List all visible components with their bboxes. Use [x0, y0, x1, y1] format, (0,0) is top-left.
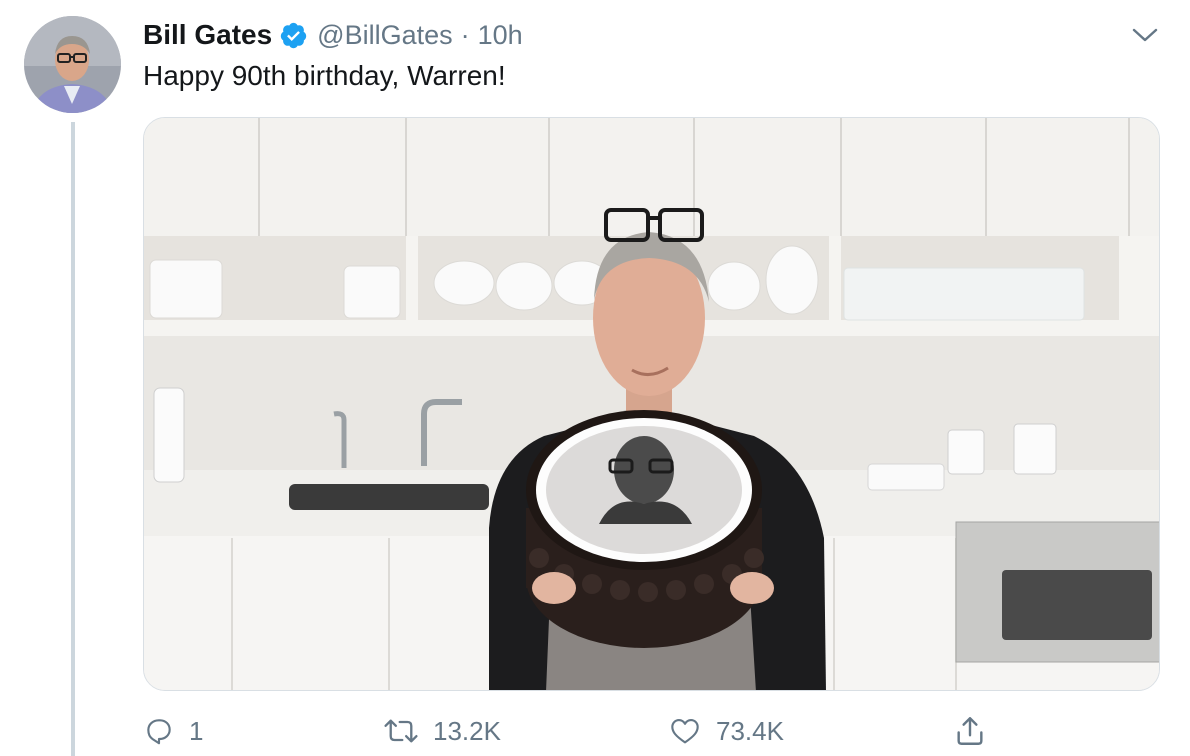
retweet-count: 13.2K	[433, 715, 501, 746]
like-button[interactable]: 73.4K	[668, 707, 784, 755]
retweet-icon	[384, 719, 418, 743]
reply-button[interactable]: 1	[143, 707, 203, 755]
author-display-name[interactable]: Bill Gates	[143, 19, 272, 51]
retweet-button[interactable]: 13.2K	[383, 707, 501, 755]
tweet-header: Bill Gates @BillGates · 10h	[143, 18, 523, 52]
thread-line	[71, 122, 75, 756]
tweet-photo[interactable]	[143, 117, 1160, 691]
reply-icon	[147, 719, 171, 745]
reply-count: 1	[189, 715, 204, 746]
verified-badge-icon	[279, 21, 308, 50]
author-handle[interactable]: @BillGates	[317, 20, 452, 51]
share-button[interactable]	[953, 707, 987, 755]
avatar[interactable]	[24, 16, 121, 113]
chevron-down-icon[interactable]	[1130, 24, 1160, 46]
heart-icon	[671, 719, 699, 744]
separator-dot: ·	[460, 19, 470, 50]
tweet-actions: 1 13.2K 73.4K	[143, 707, 1160, 755]
tweet-text: Happy 90th birthday, Warren!	[143, 60, 506, 91]
tweet-timestamp[interactable]: 10h	[478, 20, 523, 51]
share-icon	[957, 717, 983, 745]
like-count: 73.4K	[716, 715, 784, 746]
